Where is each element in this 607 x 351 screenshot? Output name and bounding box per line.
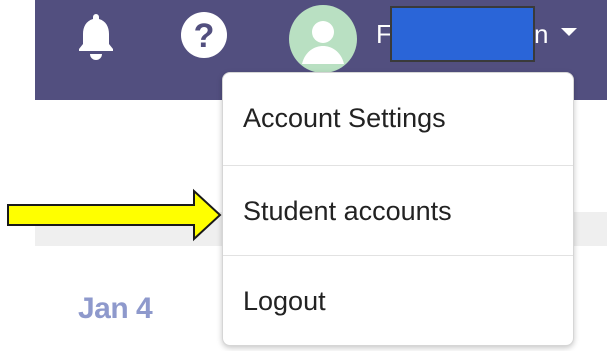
menu-item-logout[interactable]: Logout [223,255,573,345]
arrow-right-icon [7,188,222,242]
user-avatar-icon[interactable] [288,4,358,74]
menu-item-account-settings[interactable]: Account Settings [223,73,573,163]
svg-text:?: ? [194,17,215,55]
caret-down-icon[interactable] [560,26,578,38]
redaction-box [390,6,535,62]
menu-item-student-accounts[interactable]: Student accounts [223,165,573,255]
account-dropdown-menu: Account Settings Student accounts Logout [222,72,574,346]
question-circle-icon[interactable]: ? [178,10,230,60]
bell-icon[interactable] [76,10,116,60]
date-label: Jan 4 [78,292,153,325]
user-name-end[interactable]: n [534,19,548,49]
